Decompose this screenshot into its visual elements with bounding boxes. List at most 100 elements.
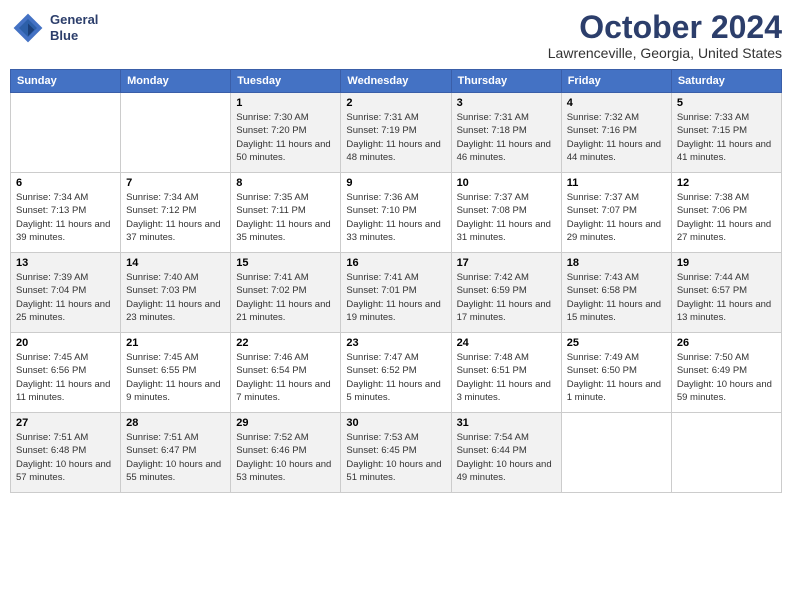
week-row-5: 27Sunrise: 7:51 AMSunset: 6:48 PMDayligh… xyxy=(11,413,782,493)
month-title: October 2024 xyxy=(548,10,782,45)
calendar-cell: 31Sunrise: 7:54 AMSunset: 6:44 PMDayligh… xyxy=(451,413,561,493)
day-detail: Sunrise: 7:33 AMSunset: 7:15 PMDaylight:… xyxy=(677,111,776,164)
day-detail: Sunrise: 7:41 AMSunset: 7:02 PMDaylight:… xyxy=(236,271,335,324)
calendar-cell: 12 Sunrise: 7:38 AMSunset: 7:06 PMDayligh… xyxy=(671,173,781,253)
week-row-1: 1 Sunrise: 7:30 AMSunset: 7:20 PMDaylight… xyxy=(11,93,782,173)
day-detail: Sunrise: 7:35 AMSunset: 7:11 PMDaylight:… xyxy=(236,191,335,244)
weekday-header-row: SundayMondayTuesdayWednesdayThursdayFrid… xyxy=(11,70,782,93)
day-number: 26 xyxy=(677,337,776,349)
day-detail: Sunrise: 7:50 AMSunset: 6:49 PMDaylight:… xyxy=(677,351,776,404)
calendar-cell: 21 Sunrise: 7:45 AMSunset: 6:55 PMDayligh… xyxy=(121,333,231,413)
day-detail: Sunrise: 7:37 AMSunset: 7:08 PMDaylight:… xyxy=(457,191,556,244)
day-detail: Sunrise: 7:32 AMSunset: 7:16 PMDaylight:… xyxy=(567,111,666,164)
day-detail: Sunrise: 7:40 AMSunset: 7:03 PMDaylight:… xyxy=(126,271,225,324)
calendar-cell: 9 Sunrise: 7:36 AMSunset: 7:10 PMDaylight… xyxy=(341,173,451,253)
location: Lawrenceville, Georgia, United States xyxy=(548,45,782,61)
day-detail: Sunrise: 7:36 AMSunset: 7:10 PMDaylight:… xyxy=(346,191,445,244)
day-number: 20 xyxy=(16,337,115,349)
calendar-cell xyxy=(121,93,231,173)
calendar-cell: 8 Sunrise: 7:35 AMSunset: 7:11 PMDaylight… xyxy=(231,173,341,253)
day-detail: Sunrise: 7:37 AMSunset: 7:07 PMDaylight:… xyxy=(567,191,666,244)
day-detail: Sunrise: 7:31 AMSunset: 7:19 PMDaylight:… xyxy=(346,111,445,164)
calendar-cell: 30Sunrise: 7:53 AMSunset: 6:45 PMDayligh… xyxy=(341,413,451,493)
day-detail: Sunrise: 7:52 AMSunset: 6:46 PMDaylight:… xyxy=(236,431,335,484)
calendar-cell: 16 Sunrise: 7:41 AMSunset: 7:01 PMDayligh… xyxy=(341,253,451,333)
calendar-cell xyxy=(561,413,671,493)
day-number: 29 xyxy=(236,417,335,429)
day-number: 19 xyxy=(677,257,776,269)
calendar-cell: 3 Sunrise: 7:31 AMSunset: 7:18 PMDaylight… xyxy=(451,93,561,173)
calendar-cell: 13Sunrise: 7:39 AMSunset: 7:04 PMDayligh… xyxy=(11,253,121,333)
day-detail: Sunrise: 7:45 AMSunset: 6:56 PMDaylight:… xyxy=(16,351,115,404)
day-number: 24 xyxy=(457,337,556,349)
calendar-cell: 26 Sunrise: 7:50 AMSunset: 6:49 PMDayligh… xyxy=(671,333,781,413)
day-number: 2 xyxy=(346,97,445,109)
calendar-cell xyxy=(11,93,121,173)
calendar-cell: 18Sunrise: 7:43 AMSunset: 6:58 PMDayligh… xyxy=(561,253,671,333)
calendar-cell: 23Sunrise: 7:47 AMSunset: 6:52 PMDayligh… xyxy=(341,333,451,413)
calendar-cell: 22 Sunrise: 7:46 AMSunset: 6:54 PMDayligh… xyxy=(231,333,341,413)
calendar-cell: 19 Sunrise: 7:44 AMSunset: 6:57 PMDayligh… xyxy=(671,253,781,333)
day-detail: Sunrise: 7:31 AMSunset: 7:18 PMDaylight:… xyxy=(457,111,556,164)
calendar-cell: 1 Sunrise: 7:30 AMSunset: 7:20 PMDaylight… xyxy=(231,93,341,173)
calendar-cell: 25 Sunrise: 7:49 AMSunset: 6:50 PMDayligh… xyxy=(561,333,671,413)
title-block: October 2024 Lawrenceville, Georgia, Uni… xyxy=(548,10,782,61)
calendar-cell: 24Sunrise: 7:48 AMSunset: 6:51 PMDayligh… xyxy=(451,333,561,413)
logo-icon xyxy=(10,10,46,46)
calendar-cell: 10 Sunrise: 7:37 AMSunset: 7:08 PMDayligh… xyxy=(451,173,561,253)
weekday-header-sunday: Sunday xyxy=(11,70,121,93)
calendar-cell: 2 Sunrise: 7:31 AMSunset: 7:19 PMDaylight… xyxy=(341,93,451,173)
weekday-header-wednesday: Wednesday xyxy=(341,70,451,93)
day-detail: Sunrise: 7:51 AMSunset: 6:48 PMDaylight:… xyxy=(16,431,115,484)
day-number: 3 xyxy=(457,97,556,109)
calendar-cell xyxy=(671,413,781,493)
day-number: 15 xyxy=(236,257,335,269)
day-detail: Sunrise: 7:46 AMSunset: 6:54 PMDaylight:… xyxy=(236,351,335,404)
calendar-cell: 17Sunrise: 7:42 AMSunset: 6:59 PMDayligh… xyxy=(451,253,561,333)
day-detail: Sunrise: 7:54 AMSunset: 6:44 PMDaylight:… xyxy=(457,431,556,484)
day-number: 7 xyxy=(126,177,225,189)
calendar-cell: 4 Sunrise: 7:32 AMSunset: 7:16 PMDaylight… xyxy=(561,93,671,173)
week-row-4: 20 Sunrise: 7:45 AMSunset: 6:56 PMDayligh… xyxy=(11,333,782,413)
logo-text: General Blue xyxy=(50,12,98,43)
day-detail: Sunrise: 7:38 AMSunset: 7:06 PMDaylight:… xyxy=(677,191,776,244)
calendar-cell: 7 Sunrise: 7:34 AMSunset: 7:12 PMDaylight… xyxy=(121,173,231,253)
calendar-cell: 15 Sunrise: 7:41 AMSunset: 7:02 PMDayligh… xyxy=(231,253,341,333)
day-detail: Sunrise: 7:45 AMSunset: 6:55 PMDaylight:… xyxy=(126,351,225,404)
day-number: 5 xyxy=(677,97,776,109)
day-detail: Sunrise: 7:39 AMSunset: 7:04 PMDaylight:… xyxy=(16,271,115,324)
day-number: 14 xyxy=(126,257,225,269)
day-number: 12 xyxy=(677,177,776,189)
day-number: 10 xyxy=(457,177,556,189)
calendar-cell: 5 Sunrise: 7:33 AMSunset: 7:15 PMDaylight… xyxy=(671,93,781,173)
day-number: 4 xyxy=(567,97,666,109)
day-detail: Sunrise: 7:44 AMSunset: 6:57 PMDaylight:… xyxy=(677,271,776,324)
day-number: 22 xyxy=(236,337,335,349)
day-detail: Sunrise: 7:41 AMSunset: 7:01 PMDaylight:… xyxy=(346,271,445,324)
logo: General Blue xyxy=(10,10,98,46)
day-number: 30 xyxy=(346,417,445,429)
weekday-header-saturday: Saturday xyxy=(671,70,781,93)
day-number: 16 xyxy=(346,257,445,269)
day-number: 21 xyxy=(126,337,225,349)
day-number: 9 xyxy=(346,177,445,189)
day-number: 28 xyxy=(126,417,225,429)
day-number: 6 xyxy=(16,177,115,189)
day-number: 8 xyxy=(236,177,335,189)
day-detail: Sunrise: 7:49 AMSunset: 6:50 PMDaylight:… xyxy=(567,351,666,404)
day-detail: Sunrise: 7:34 AMSunset: 7:12 PMDaylight:… xyxy=(126,191,225,244)
day-number: 1 xyxy=(236,97,335,109)
day-detail: Sunrise: 7:47 AMSunset: 6:52 PMDaylight:… xyxy=(346,351,445,404)
day-detail: Sunrise: 7:30 AMSunset: 7:20 PMDaylight:… xyxy=(236,111,335,164)
calendar-cell: 20 Sunrise: 7:45 AMSunset: 6:56 PMDayligh… xyxy=(11,333,121,413)
page-header: General Blue October 2024 Lawrenceville,… xyxy=(10,10,782,61)
week-row-2: 6Sunrise: 7:34 AMSunset: 7:13 PMDaylight… xyxy=(11,173,782,253)
calendar-cell: 28Sunrise: 7:51 AMSunset: 6:47 PMDayligh… xyxy=(121,413,231,493)
calendar-cell: 29 Sunrise: 7:52 AMSunset: 6:46 PMDayligh… xyxy=(231,413,341,493)
calendar-cell: 27Sunrise: 7:51 AMSunset: 6:48 PMDayligh… xyxy=(11,413,121,493)
day-number: 25 xyxy=(567,337,666,349)
weekday-header-monday: Monday xyxy=(121,70,231,93)
day-number: 17 xyxy=(457,257,556,269)
week-row-3: 13Sunrise: 7:39 AMSunset: 7:04 PMDayligh… xyxy=(11,253,782,333)
day-detail: Sunrise: 7:43 AMSunset: 6:58 PMDaylight:… xyxy=(567,271,666,324)
